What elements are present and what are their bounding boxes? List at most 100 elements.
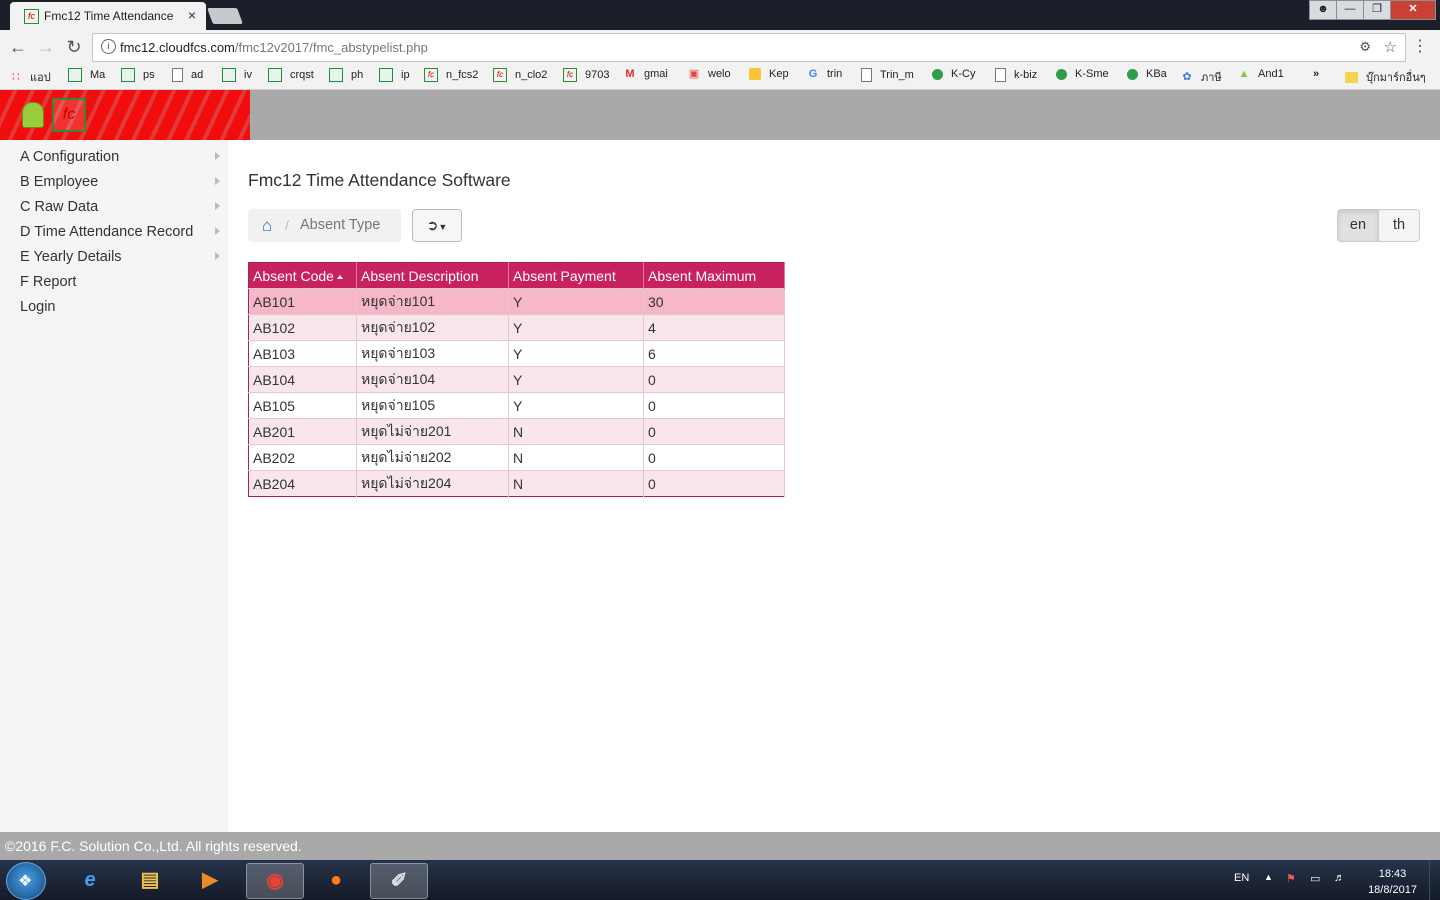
- cell-absent-description[interactable]: หยุดจ่าย102: [356, 314, 509, 341]
- bookmark-star-icon[interactable]: ☆: [1384, 38, 1397, 56]
- home-icon[interactable]: ⌂: [262, 216, 272, 236]
- paint-icon[interactable]: ✐: [370, 863, 428, 899]
- cell-absent-code[interactable]: AB201: [248, 418, 357, 445]
- sidebar-item-raw-data[interactable]: C Raw Data: [20, 199, 220, 215]
- show-hidden-icons-icon[interactable]: ▲: [1264, 872, 1273, 882]
- chrome-icon[interactable]: ◉: [246, 863, 304, 899]
- bookmark-item[interactable]: K-Cy: [932, 68, 975, 80]
- bookmark-item[interactable]: fc 9703: [563, 68, 609, 82]
- table-row[interactable]: AB105 หยุดจ่าย105 Y 0: [248, 392, 785, 419]
- bookmark-item[interactable]: ps: [121, 68, 155, 82]
- language-en-button[interactable]: en: [1337, 209, 1379, 242]
- export-dropdown-button[interactable]: ➲▼: [412, 209, 462, 242]
- cell-absent-maximum[interactable]: 4: [643, 314, 785, 341]
- cell-absent-maximum[interactable]: 6: [643, 340, 785, 367]
- tab-close-icon[interactable]: ×: [188, 7, 196, 23]
- system-clock[interactable]: 18:43 18/8/2017: [1368, 866, 1417, 898]
- cell-absent-code[interactable]: AB204: [248, 470, 357, 497]
- language-th-button[interactable]: th: [1379, 209, 1420, 242]
- browser-tab-active[interactable]: fc Fmc12 Time Attendance ×: [10, 2, 206, 30]
- other-bookmarks[interactable]: บุ๊กมาร์กอื่นๆ: [1345, 68, 1426, 86]
- sidebar-item-login[interactable]: Login: [20, 299, 220, 315]
- cell-absent-maximum[interactable]: 30: [643, 288, 785, 315]
- table-row[interactable]: AB202 หยุดไม่จ่าย202 N 0: [248, 444, 785, 471]
- table-row[interactable]: AB103 หยุดจ่าย103 Y 6: [248, 340, 785, 367]
- user-icon[interactable]: ☻: [1309, 0, 1337, 20]
- cell-absent-description[interactable]: หยุดจ่าย104: [356, 366, 509, 393]
- cell-absent-code[interactable]: AB102: [248, 314, 357, 341]
- cell-absent-payment[interactable]: N: [508, 470, 644, 497]
- column-header-absent-description[interactable]: Absent Description: [356, 262, 509, 289]
- cell-absent-payment[interactable]: Y: [508, 314, 644, 341]
- internet-explorer-icon[interactable]: e: [62, 863, 118, 897]
- start-button[interactable]: ❖: [6, 862, 46, 900]
- column-header-absent-payment[interactable]: Absent Payment: [508, 262, 644, 289]
- back-arrow-icon[interactable]: ←: [8, 37, 28, 58]
- column-header-absent-code[interactable]: Absent Code: [248, 262, 357, 289]
- logo-area[interactable]: fc: [0, 90, 250, 140]
- cell-absent-payment[interactable]: Y: [508, 288, 644, 315]
- cell-absent-description[interactable]: หยุดไม่จ่าย202: [356, 444, 509, 471]
- sidebar-item-employee[interactable]: B Employee: [20, 174, 220, 190]
- address-bar[interactable]: i fmc12.cloudfcs.com/fmc12v2017/fmc_abst…: [92, 33, 1406, 62]
- bookmark-item[interactable]: crqst: [268, 68, 314, 82]
- window-close-button[interactable]: ✕: [1390, 0, 1436, 20]
- cell-absent-payment[interactable]: Y: [508, 340, 644, 367]
- new-tab-button[interactable]: [207, 8, 243, 24]
- bookmark-item[interactable]: K-Sme: [1056, 68, 1109, 80]
- cell-absent-maximum[interactable]: 0: [643, 470, 785, 497]
- bookmark-item[interactable]: ph: [329, 68, 363, 82]
- cell-absent-code[interactable]: AB104: [248, 366, 357, 393]
- bookmark-item[interactable]: ip: [379, 68, 410, 82]
- bookmark-item[interactable]: Kep: [749, 68, 789, 80]
- sidebar-item-yearly-details[interactable]: E Yearly Details: [20, 249, 220, 265]
- cell-absent-maximum[interactable]: 0: [643, 392, 785, 419]
- bookmark-item[interactable]: ✿ ภาษี: [1181, 68, 1221, 86]
- network-icon[interactable]: ▭: [1310, 872, 1320, 885]
- forward-arrow-icon[interactable]: →: [36, 37, 56, 58]
- bookmark-item[interactable]: fc n_fcs2: [424, 68, 478, 82]
- bookmark-item[interactable]: k-biz: [995, 68, 1037, 82]
- bookmark-item[interactable]: ▲ And1: [1238, 68, 1284, 80]
- table-row[interactable]: AB104 หยุดจ่าย104 Y 0: [248, 366, 785, 393]
- cell-absent-description[interactable]: หยุดจ่าย101: [356, 288, 509, 315]
- minimize-button[interactable]: —: [1336, 0, 1364, 20]
- bookmarks-overflow-button[interactable]: »: [1313, 68, 1319, 80]
- bookmark-item[interactable]: ▣ welo: [688, 68, 731, 80]
- bookmark-item[interactable]: Gtrin: [807, 68, 843, 80]
- cell-absent-code[interactable]: AB202: [248, 444, 357, 471]
- show-desktop-button[interactable]: [1429, 860, 1440, 900]
- cell-absent-maximum[interactable]: 0: [643, 366, 785, 393]
- bookmark-item[interactable]: Mgmai: [624, 68, 667, 80]
- column-header-absent-maximum[interactable]: Absent Maximum: [643, 262, 785, 289]
- table-row[interactable]: AB201 หยุดไม่จ่าย201 N 0: [248, 418, 785, 445]
- input-language[interactable]: EN: [1234, 872, 1249, 884]
- bookmark-item[interactable]: ad: [172, 68, 203, 82]
- cell-absent-description[interactable]: หยุดจ่าย105: [356, 392, 509, 419]
- sidebar-item-configuration[interactable]: A Configuration: [20, 149, 220, 165]
- bookmark-item[interactable]: Ma: [68, 68, 105, 82]
- cell-absent-maximum[interactable]: 0: [643, 418, 785, 445]
- bookmark-item[interactable]: iv: [222, 68, 252, 82]
- maximize-button[interactable]: ❐: [1363, 0, 1391, 20]
- cell-absent-payment[interactable]: Y: [508, 392, 644, 419]
- translate-icon[interactable]: ⚙: [1359, 39, 1371, 55]
- bookmark-item[interactable]: Trin_m: [861, 68, 914, 82]
- sidebar-item-time-attendance-record[interactable]: D Time Attendance Record: [20, 224, 220, 240]
- cell-absent-maximum[interactable]: 0: [643, 444, 785, 471]
- table-row[interactable]: AB204 หยุดไม่จ่าย204 N 0: [248, 470, 785, 497]
- cell-absent-code[interactable]: AB105: [248, 392, 357, 419]
- table-row[interactable]: AB102 หยุดจ่าย102 Y 4: [248, 314, 785, 341]
- bookmark-item[interactable]: fc n_clo2: [493, 68, 547, 82]
- bookmark-apps[interactable]: ∷ แอป: [10, 68, 51, 86]
- sidebar-item-report[interactable]: F Report: [20, 274, 220, 290]
- site-info-icon[interactable]: i: [101, 39, 116, 54]
- firefox-icon[interactable]: ●: [308, 863, 364, 897]
- action-center-flag-icon[interactable]: ⚑: [1286, 872, 1296, 885]
- cell-absent-description[interactable]: หยุดไม่จ่าย201: [356, 418, 509, 445]
- cell-absent-description[interactable]: หยุดไม่จ่าย204: [356, 470, 509, 497]
- cell-absent-payment[interactable]: N: [508, 444, 644, 471]
- table-row[interactable]: AB101 หยุดจ่าย101 Y 30: [248, 288, 785, 315]
- cell-absent-code[interactable]: AB103: [248, 340, 357, 367]
- reload-icon[interactable]: ↻: [64, 37, 84, 58]
